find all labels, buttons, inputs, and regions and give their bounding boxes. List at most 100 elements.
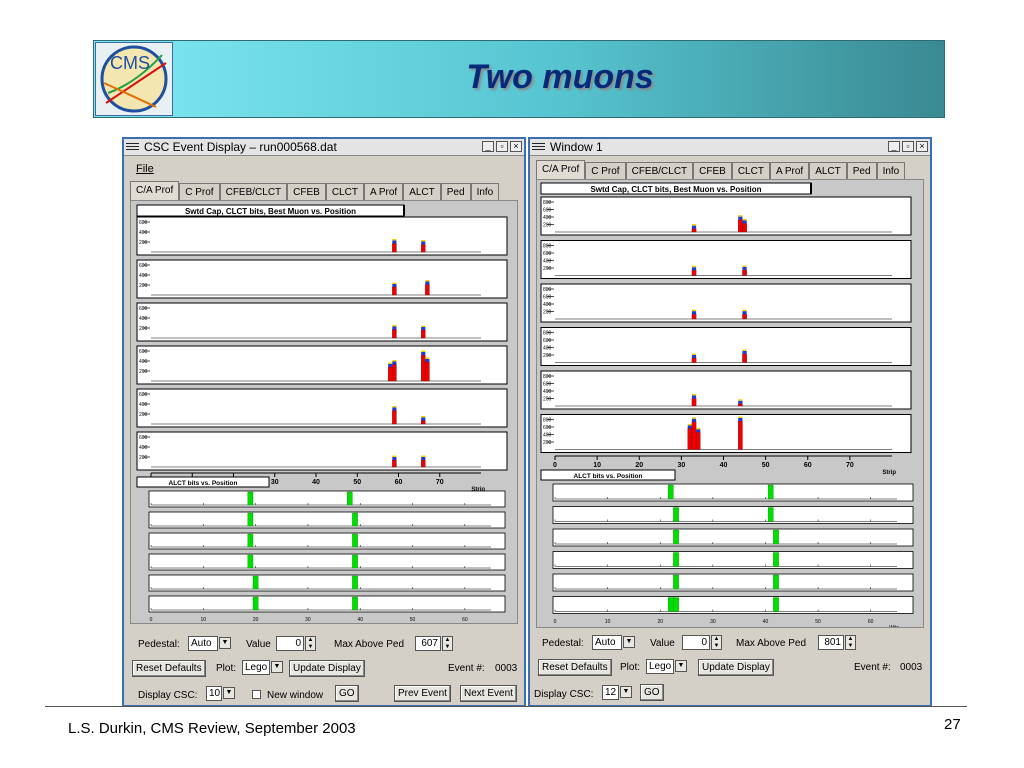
display-csc-select[interactable]: 10 — [206, 686, 222, 701]
max-above-ped-field[interactable]: 607 — [415, 636, 441, 651]
y-tick-label: 200 — [543, 223, 552, 229]
max-above-ped-stepper-icon[interactable]: ▲ ▼ — [845, 635, 856, 650]
hit-bar — [773, 597, 779, 612]
strip-bar-top — [421, 327, 426, 330]
x-tick-label: 70 — [436, 479, 444, 486]
tab-alct[interactable]: ALCT — [403, 183, 441, 201]
chevron-down-icon[interactable]: ▼ — [623, 636, 635, 648]
reset-defaults-button[interactable]: Reset Defaults — [538, 659, 612, 676]
y-tick-label: 200 — [543, 440, 552, 446]
y-tick-label: 400 — [139, 316, 148, 322]
chevron-down-icon[interactable]: ▼ — [223, 687, 235, 699]
value-field[interactable]: 0 — [276, 636, 304, 651]
display-csc-select[interactable]: 12 — [602, 685, 619, 700]
window-menu-icon[interactable] — [532, 141, 545, 153]
x-tick-label: 50 — [410, 617, 416, 623]
tab-c-a-prof[interactable]: C/A Prof — [536, 160, 586, 180]
tab-alct[interactable]: ALCT — [809, 162, 847, 180]
value-field[interactable]: 0 — [682, 635, 710, 650]
strip-bar-top — [687, 425, 692, 429]
tab-clct[interactable]: CLCT — [731, 162, 770, 180]
strip-bar-top — [738, 216, 743, 220]
y-tick-label: 400 — [139, 230, 148, 236]
reset-defaults-button[interactable]: Reset Defaults — [132, 660, 206, 677]
chevron-down-icon[interactable]: ▼ — [620, 686, 632, 698]
tab-c-prof[interactable]: C Prof — [585, 162, 626, 180]
strip-bar — [421, 244, 426, 253]
hit-panel — [552, 506, 914, 524]
right-window: Window 1 _ ▫ × C/A Prof C Prof CFEB/CLCT CF… — [528, 137, 932, 707]
y-tick-label: 400 — [543, 259, 552, 265]
maximize-icon[interactable]: ▫ — [902, 141, 914, 152]
minimize-icon[interactable]: _ — [482, 141, 494, 152]
update-display-button[interactable]: Update Display — [698, 659, 774, 676]
strip-bar — [742, 269, 747, 276]
next-event-button[interactable]: Next Event — [460, 685, 517, 702]
x-tick-label: 40 — [763, 619, 769, 625]
menu-file[interactable]: File — [136, 163, 154, 175]
chevron-down-icon[interactable]: ▼ — [675, 660, 687, 672]
pedestal-select[interactable]: Auto — [188, 636, 218, 651]
strip-panel: 200 400600 800 — [540, 283, 912, 323]
tab-info[interactable]: Info — [470, 183, 500, 201]
tab-bar: C/A Prof C Prof CFEB/CLCT CFEB CLCT A Prof ALC… — [130, 181, 500, 201]
tab-ped[interactable]: Ped — [440, 183, 471, 201]
strip-bar-cap — [691, 417, 697, 419]
max-above-ped-field[interactable]: 801 — [818, 635, 844, 650]
hit-bar — [352, 554, 358, 569]
plot-select[interactable]: Lego — [646, 659, 674, 674]
tab-ped[interactable]: Ped — [846, 162, 877, 180]
x-tick-label: 60 — [868, 619, 874, 625]
y-tick-label: 600 — [543, 382, 552, 388]
go-button[interactable]: GO — [335, 685, 359, 702]
new-window-checkbox[interactable] — [252, 690, 261, 699]
hit-panel-frame — [148, 511, 506, 529]
value-stepper-icon[interactable]: ▲ ▼ — [711, 635, 722, 650]
chevron-down-icon[interactable]: ▼ — [271, 661, 283, 673]
y-tick-label: 800 — [543, 287, 552, 293]
hit-panel-frame — [148, 490, 506, 508]
chart-title: Swtd Cap, CLCT bits, Best Muon vs. Posit… — [590, 185, 761, 194]
go-button[interactable]: GO — [640, 684, 664, 701]
tab-cfeb-clct[interactable]: CFEB/CLCT — [219, 183, 288, 201]
y-tick-label: 600 — [543, 251, 552, 257]
minimize-icon[interactable]: _ — [888, 141, 900, 152]
close-icon[interactable]: × — [510, 141, 522, 152]
prev-event-button[interactable]: Prev Event — [394, 685, 451, 702]
strip-panel-frame — [136, 431, 508, 471]
x-tick-label: 0 — [554, 619, 557, 625]
tab-clct[interactable]: CLCT — [325, 183, 364, 201]
close-icon[interactable]: × — [916, 141, 928, 152]
maximize-icon[interactable]: ▫ — [496, 141, 508, 152]
strip-bar — [425, 284, 430, 296]
max-above-ped-label: Max Above Ped — [334, 639, 405, 650]
tab-c-a-prof[interactable]: C/A Prof — [130, 181, 180, 201]
tab-info[interactable]: Info — [876, 162, 906, 180]
update-display-button[interactable]: Update Display — [289, 660, 365, 677]
tab-bar: C/A Prof C Prof CFEB/CLCT CFEB CLCT A Prof ALC… — [536, 160, 906, 180]
plot-select[interactable]: Lego — [242, 660, 270, 675]
tab-cfeb-clct[interactable]: CFEB/CLCT — [625, 162, 694, 180]
value-stepper-icon[interactable]: ▲ ▼ — [305, 636, 316, 651]
window-menu-icon[interactable] — [126, 141, 139, 153]
hit-bar — [667, 597, 674, 612]
pedestal-select[interactable]: Auto — [592, 635, 622, 650]
strip-bar-cap — [425, 280, 430, 282]
strip-bar — [421, 420, 426, 425]
tab-a-prof[interactable]: A Prof — [363, 183, 404, 201]
strip-bar-cap — [742, 218, 747, 221]
tab-cfeb[interactable]: CFEB — [287, 183, 326, 201]
event-number: 0003 — [495, 663, 518, 674]
tab-a-prof[interactable]: A Prof — [769, 162, 810, 180]
tab-cfeb[interactable]: CFEB — [693, 162, 732, 180]
strip-bar — [742, 313, 747, 320]
strip-bar-cap — [742, 349, 747, 351]
chevron-down-icon[interactable]: ▼ — [219, 637, 231, 649]
tab-c-prof[interactable]: C Prof — [179, 183, 220, 201]
x-tick-label: 40 — [720, 462, 728, 469]
pedestal-label: Pedestal: — [542, 638, 584, 649]
strip-bar — [738, 420, 743, 450]
window-titlebar[interactable]: Window 1 _ ▫ × — [530, 139, 930, 156]
max-above-ped-stepper-icon[interactable]: ▲ ▼ — [442, 636, 453, 651]
window-titlebar[interactable]: CSC Event Display – run000568.dat _ ▫ × — [124, 139, 524, 156]
